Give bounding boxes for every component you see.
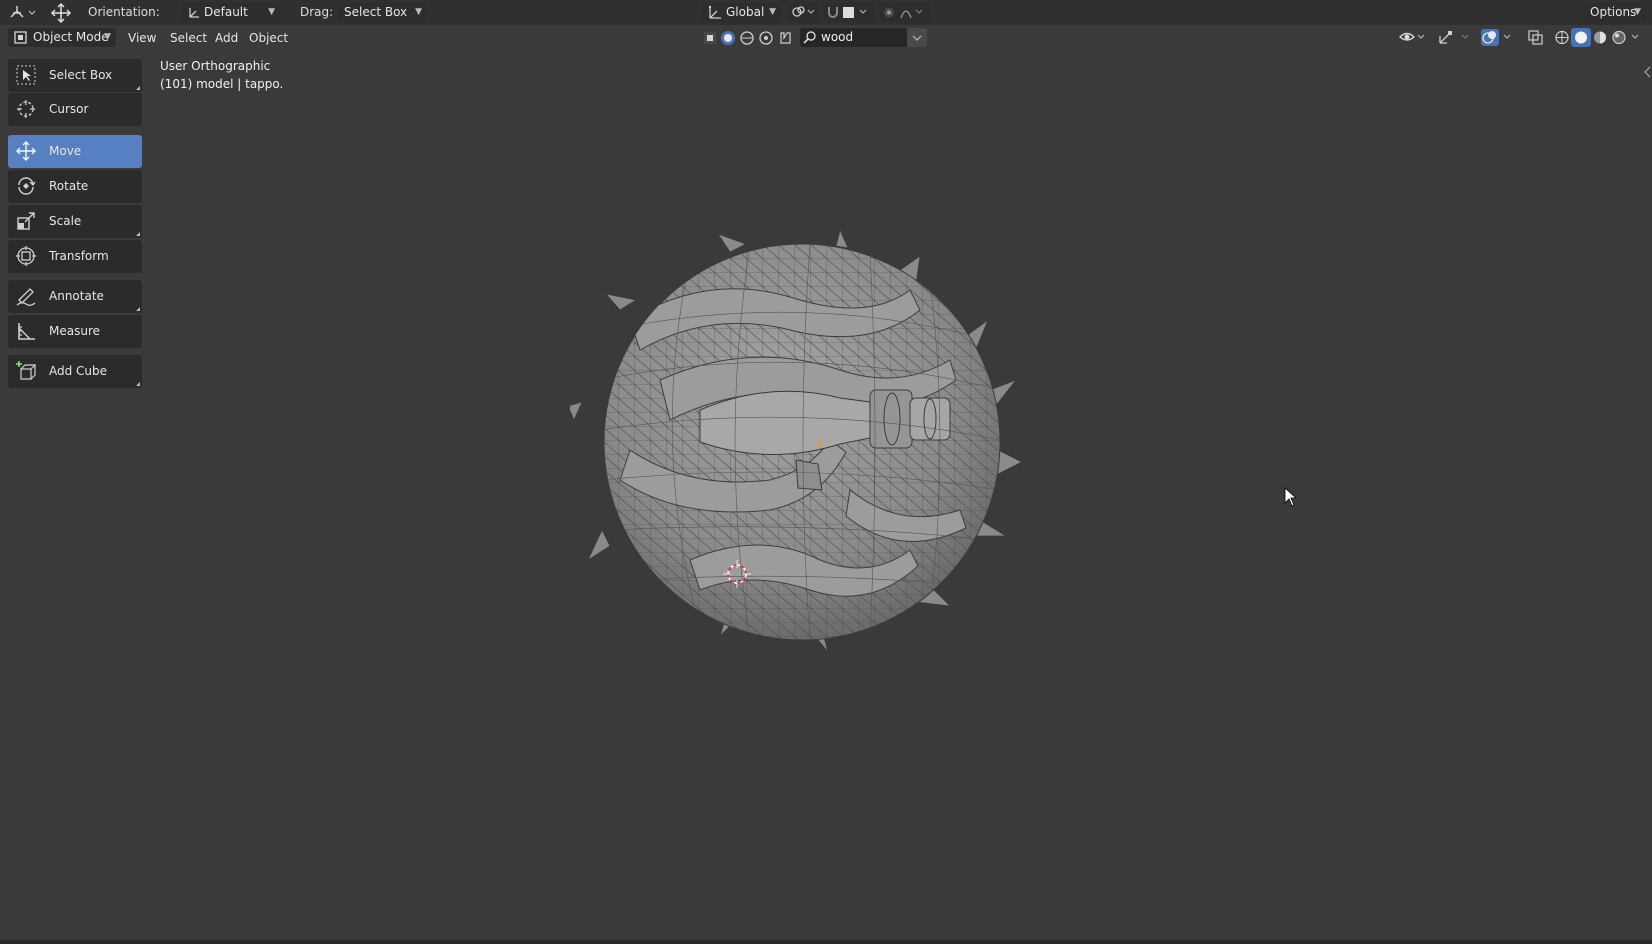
tool-label: Transform xyxy=(49,249,109,263)
tool-label: Select Box xyxy=(49,68,113,82)
select-mode-icons xyxy=(704,31,791,45)
snap-magnet-icon xyxy=(828,7,867,18)
shading-icons xyxy=(1555,28,1639,47)
chevron-down-icon: ▼ xyxy=(104,32,111,42)
proportional-editing-controls[interactable] xyxy=(880,3,930,22)
add-cube-icon xyxy=(16,361,36,380)
overlays-toggle[interactable] xyxy=(1480,28,1516,47)
chevron-down-icon: ▼ xyxy=(1634,7,1641,17)
move-icon xyxy=(50,2,72,24)
tool-rotate[interactable]: Rotate xyxy=(8,170,142,203)
tool-move[interactable]: Move xyxy=(8,135,142,168)
tool-variants-indicator xyxy=(136,232,140,236)
xray-toggle[interactable] xyxy=(1526,28,1546,47)
add-menu[interactable]: Add xyxy=(209,29,244,48)
tool-annotate[interactable]: Annotate xyxy=(8,280,142,313)
sidebar-toggle[interactable] xyxy=(1642,64,1652,78)
transform-orientation-value: Global xyxy=(726,5,765,19)
chevron-left-icon xyxy=(1644,66,1651,78)
search-field[interactable]: wood xyxy=(800,28,908,47)
drag-label: Drag: xyxy=(300,5,334,19)
pivot-point-dropdown[interactable] xyxy=(788,3,818,22)
tool-scale[interactable]: Scale xyxy=(8,205,142,238)
tool-label: Annotate xyxy=(49,289,104,303)
tool-add-cube[interactable]: Add Cube xyxy=(8,355,142,388)
proportional-falloff-icon xyxy=(884,7,923,19)
object-origin-marker xyxy=(818,441,822,445)
scale-icon xyxy=(17,212,35,230)
select-box-icon xyxy=(16,65,36,85)
move-icon xyxy=(16,141,36,161)
annotate-icon xyxy=(16,288,36,306)
object-info: (101) model | tappo. xyxy=(160,77,284,91)
object-mode-icon xyxy=(14,31,27,44)
options-label: Options xyxy=(1590,5,1637,19)
tool-label: Add Cube xyxy=(49,364,108,378)
transform-orientation-dropdown[interactable]: Global ▼ xyxy=(702,3,781,22)
search-options-button[interactable] xyxy=(907,28,927,47)
tool-variants-indicator xyxy=(136,382,140,386)
viewport-header: Object Mode ▼ View Select Add Object woo… xyxy=(0,25,1652,51)
select-menu[interactable]: Select xyxy=(164,29,213,48)
cursor-icon xyxy=(17,100,35,118)
orientation-value: Default xyxy=(204,5,248,19)
tool-select-box[interactable]: Select Box xyxy=(8,59,142,92)
transform-icon xyxy=(16,246,36,266)
3d-viewport-icon xyxy=(10,6,36,18)
active-tool-indicator[interactable] xyxy=(50,2,72,24)
viewport-3d-model[interactable] xyxy=(570,230,1050,660)
tool-measure[interactable]: Measure xyxy=(8,315,142,348)
drag-value: Select Box xyxy=(344,5,408,19)
shading-mode-buttons[interactable] xyxy=(1552,28,1646,47)
search-input[interactable]: wood xyxy=(821,28,853,47)
snapping-controls[interactable] xyxy=(824,3,874,22)
tool-transform[interactable]: Transform xyxy=(8,240,142,273)
rotate-icon xyxy=(18,177,36,195)
overlay-icon xyxy=(1481,29,1511,46)
visibility-dropdown[interactable] xyxy=(1398,28,1428,47)
search-icon xyxy=(803,31,816,44)
pivot-icon xyxy=(792,6,815,17)
xray-icon xyxy=(1528,30,1543,45)
tool-label: Scale xyxy=(49,214,82,228)
tool-variants-indicator xyxy=(136,307,140,311)
orientation-axes-icon xyxy=(189,8,199,18)
object-menu[interactable]: Object xyxy=(243,29,294,48)
status-bar-edge xyxy=(0,940,1652,944)
mode-dropdown[interactable]: Object Mode ▼ xyxy=(8,28,116,47)
global-axes-icon xyxy=(708,5,721,19)
options-dropdown[interactable]: Options ▼ xyxy=(1584,3,1646,22)
measure-icon xyxy=(18,323,35,340)
chevron-down-icon: ▼ xyxy=(268,7,275,17)
tool-label: Move xyxy=(49,144,82,158)
orientation-dropdown[interactable]: Default ▼ xyxy=(182,3,280,22)
select-mode-buttons xyxy=(702,29,796,47)
tool-header: Orientation: Default ▼ Drag: Select Box … xyxy=(0,0,1652,26)
eye-icon xyxy=(1399,32,1425,41)
tool-label: Rotate xyxy=(49,179,89,193)
editor-type-button[interactable] xyxy=(8,4,38,21)
chevron-down-icon xyxy=(912,35,922,41)
mode-value: Object Mode xyxy=(33,30,109,44)
view-menu[interactable]: View xyxy=(122,29,162,48)
drag-dropdown[interactable]: Select Box ▼ xyxy=(338,3,427,22)
view-name: User Orthographic xyxy=(160,59,271,73)
tool-label: Measure xyxy=(49,324,100,338)
gizmo-icon xyxy=(1439,31,1469,44)
tool-shelf: Select Box Cursor Move Rotate Scale Tran… xyxy=(0,56,150,396)
gizmo-toggle[interactable] xyxy=(1436,28,1472,47)
tool-variants-indicator xyxy=(136,86,140,90)
mouse-pointer-icon xyxy=(1284,487,1298,507)
orientation-label: Orientation: xyxy=(88,5,160,19)
chevron-down-icon: ▼ xyxy=(415,7,422,17)
chevron-down-icon: ▼ xyxy=(769,7,776,17)
tool-label: Cursor xyxy=(49,102,89,116)
tool-cursor[interactable]: Cursor xyxy=(8,93,142,126)
